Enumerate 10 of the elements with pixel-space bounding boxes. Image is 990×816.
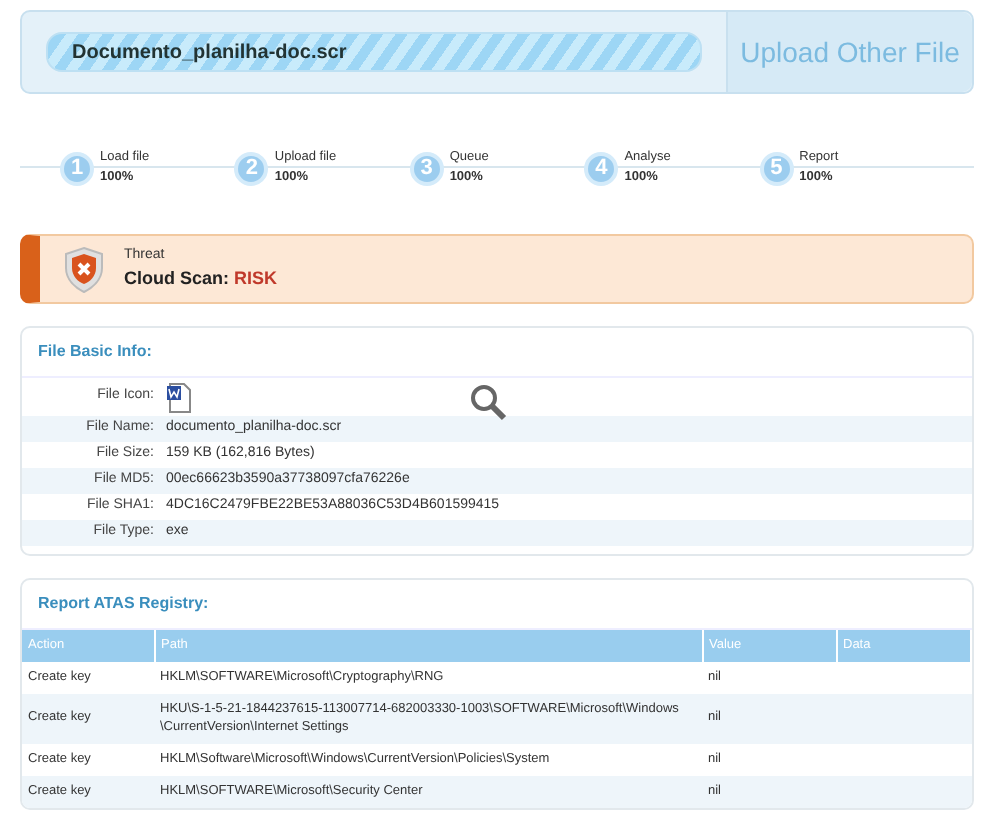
search-icon[interactable] [468,382,508,422]
step-number: 2 [234,151,269,185]
shield-icon [64,245,104,293]
step-number: 4 [584,151,619,185]
upload-other-file-button[interactable]: Upload Other File [726,12,972,92]
step-number: 5 [759,151,794,185]
file-name-field: Documento_planilha-doc.scr [46,32,702,72]
step-number: 3 [409,151,444,185]
scan-result-text: Cloud Scan: RISK [124,266,278,292]
step-number: 1 [60,151,94,185]
